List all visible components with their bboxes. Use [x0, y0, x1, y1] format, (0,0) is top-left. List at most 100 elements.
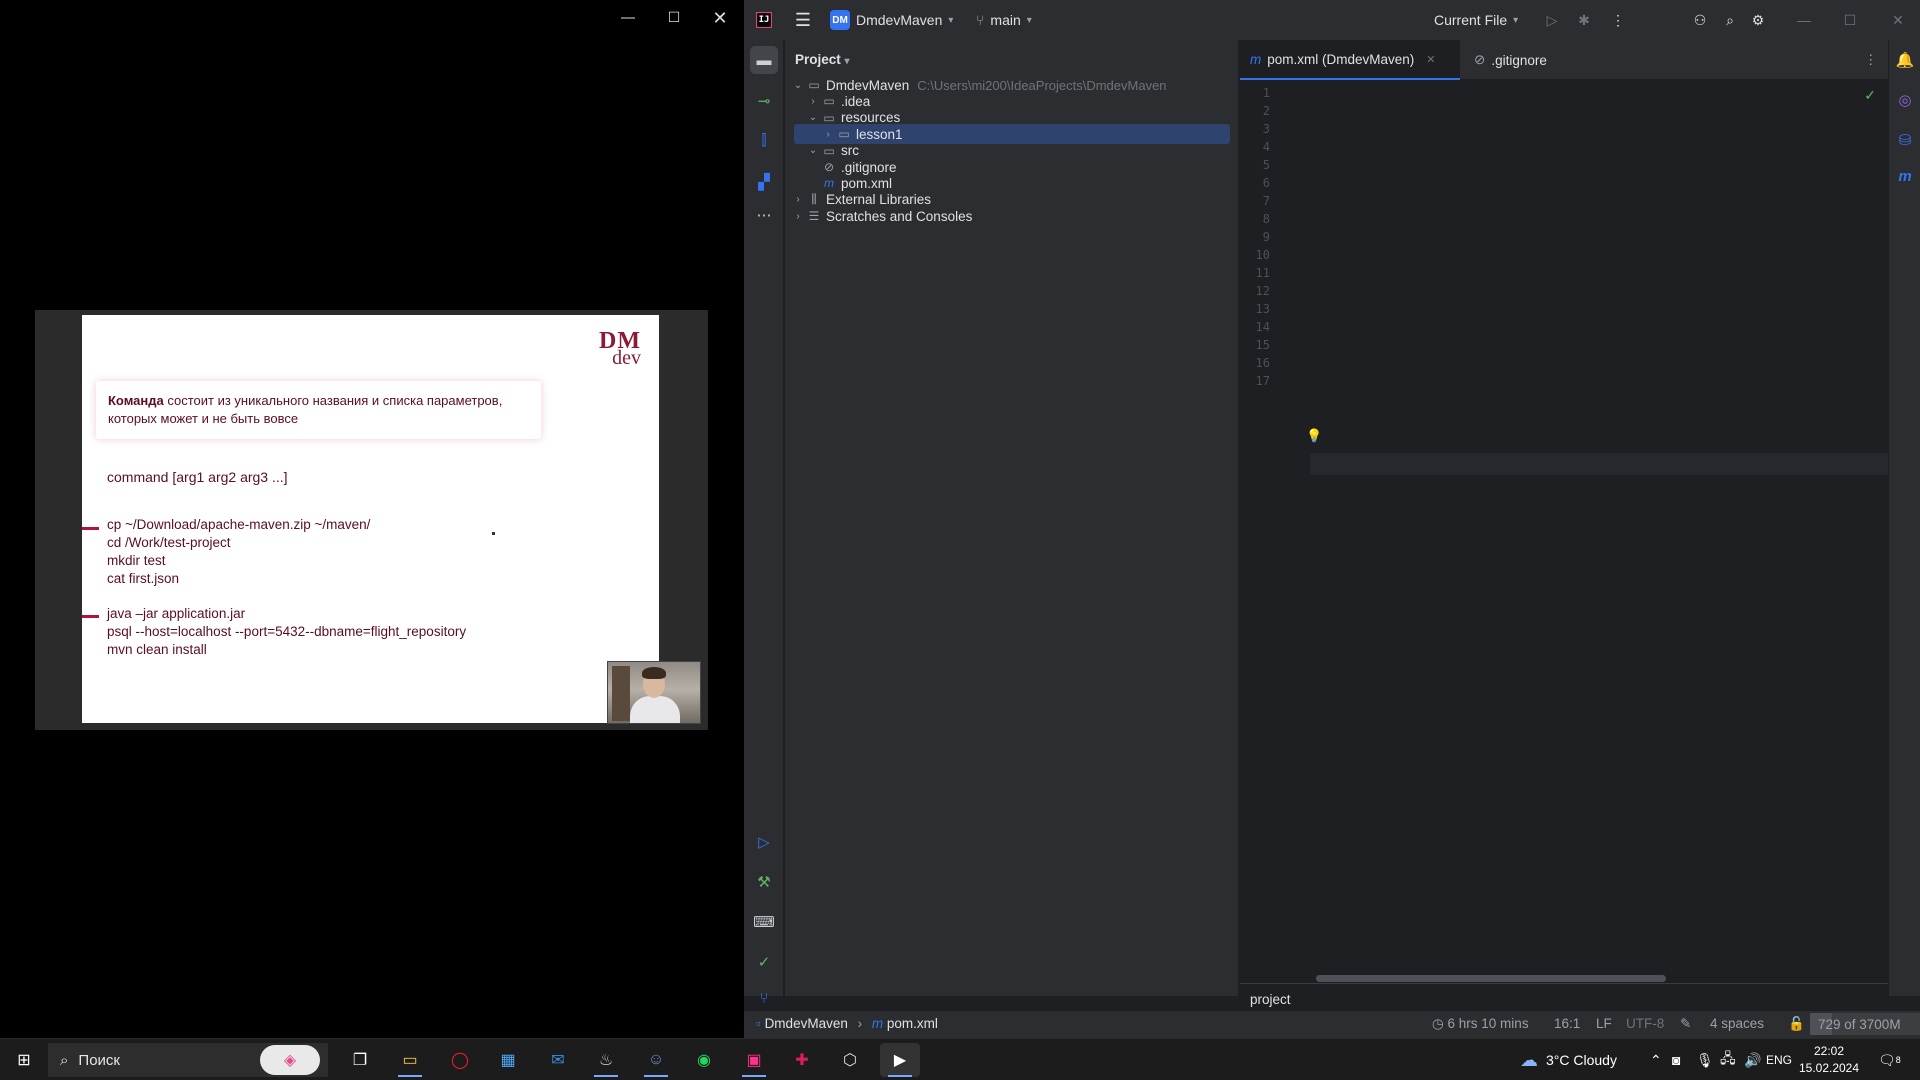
webcam-tray-icon[interactable]: ◙ — [1672, 1039, 1680, 1080]
debug-icon[interactable]: ✱ — [1574, 0, 1594, 40]
services-icon[interactable]: ▷ — [750, 828, 778, 856]
file-encoding[interactable]: UTF-8 — [1626, 1016, 1664, 1031]
caret-position[interactable]: 16:1 — [1554, 1016, 1580, 1031]
taskbar-search[interactable]: ⌕ Поиск ◈ — [48, 1043, 328, 1077]
panel-title[interactable]: Project ▾ — [795, 52, 850, 67]
task-view-icon[interactable]: ❐ — [340, 1043, 380, 1077]
tab-options-icon[interactable]: ⋮ — [1854, 40, 1888, 80]
store-icon[interactable]: ▦ — [488, 1043, 528, 1077]
language-indicator[interactable]: ENG — [1766, 1039, 1792, 1080]
project-switcher[interactable]: DM DmdevMaven ▾ — [830, 0, 953, 40]
branch-name: main — [990, 12, 1021, 28]
slide-bullet-bar — [82, 615, 99, 618]
media-player-icon[interactable]: ▶ — [880, 1043, 920, 1077]
nav-breadcrumb[interactable]: ▫ DmdevMaven › m pom.xml — [756, 1016, 938, 1031]
maximize-button[interactable]: ☐ — [651, 0, 697, 36]
lock-icon[interactable]: 🔓 — [1788, 1016, 1805, 1032]
maven-icon[interactable]: m — [1893, 164, 1917, 188]
close-button[interactable]: ✕ — [1888, 0, 1908, 40]
search-icon[interactable]: ⌕ — [1720, 0, 1740, 40]
minimize-button[interactable]: ― — [605, 0, 651, 36]
run-icon[interactable]: ▷ — [1542, 0, 1562, 40]
dmdev-logo: DM dev — [599, 328, 641, 369]
close-tab-icon[interactable]: ✕ — [1426, 53, 1435, 66]
notification-center-icon[interactable]: 🗨 8 — [1878, 1039, 1901, 1080]
volume-icon[interactable]: 🔊 — [1744, 1039, 1761, 1080]
slack-icon[interactable]: ✚ — [782, 1043, 822, 1077]
lightbulb-icon[interactable]: 💡 — [1306, 428, 1322, 444]
system-clock[interactable]: 22:02 15.02.2024 — [1796, 1043, 1862, 1077]
build-icon[interactable]: ⚒ — [750, 868, 778, 896]
close-button[interactable]: ✕ — [697, 0, 743, 36]
structure-tool-icon[interactable]: ▞ — [750, 168, 778, 196]
run-config-selector[interactable]: Current File ▾ — [1434, 0, 1518, 40]
more-tools-icon[interactable]: ⋯ — [750, 201, 778, 229]
tree-item-label: lesson1 — [856, 126, 903, 142]
mail-icon[interactable]: ✉ — [538, 1043, 578, 1077]
minimize-button[interactable]: ― — [1794, 0, 1814, 40]
line-separator[interactable]: LF — [1596, 1016, 1612, 1031]
steam-icon[interactable]: ♨ — [586, 1043, 626, 1077]
ai-assistant-icon[interactable]: ◎ — [1893, 88, 1917, 112]
network-icon[interactable]: 🖧 — [1720, 1039, 1736, 1080]
pull-requests-icon[interactable]: ⫿ — [750, 126, 778, 154]
branch-switcher[interactable]: ⑂ main ▾ — [976, 0, 1032, 40]
search-icon: ⌕ — [60, 1051, 69, 1069]
start-button[interactable]: ⊞ — [4, 1043, 44, 1077]
terminal-icon[interactable]: ⌨ — [750, 908, 778, 936]
right-tool-strip: 🔔 ◎ ⛁ m — [1888, 40, 1920, 996]
unity-icon[interactable]: ⬡ — [830, 1043, 870, 1077]
title-bar: IJ ☰ DM DmdevMaven ▾ ⑂ main ▾ Current Fi… — [744, 0, 1920, 40]
microphone-icon[interactable]: 🎙 — [1696, 1039, 1714, 1080]
folder-icon: ▭ — [823, 94, 835, 109]
settings-icon[interactable]: ⚙ — [1748, 0, 1768, 40]
chevron-right-icon[interactable]: › — [791, 211, 805, 222]
spotify-icon[interactable]: ◉ — [684, 1043, 724, 1077]
horizontal-scrollbar[interactable] — [1316, 975, 1666, 982]
notifications-icon[interactable]: 🔔 — [1893, 48, 1917, 72]
current-line-highlight — [1240, 453, 1888, 475]
weather-widget[interactable]: ☁ 3°C Cloudy — [1520, 1039, 1617, 1080]
chevron-down-icon: ▾ — [1513, 14, 1519, 26]
time-tracker[interactable]: ◷ 6 hrs 10 mins — [1432, 1016, 1529, 1032]
opera-icon[interactable]: ◯ — [440, 1043, 480, 1077]
chevron-right-icon[interactable]: › — [821, 129, 835, 140]
chevron-right-icon[interactable]: › — [791, 194, 805, 205]
main-menu-icon[interactable]: ☰ — [792, 0, 814, 40]
more-actions-icon[interactable]: ⋮ — [1608, 0, 1628, 40]
run-config-label: Current File — [1434, 12, 1508, 28]
maximize-button[interactable]: ☐ — [1840, 0, 1860, 40]
add-user-icon[interactable]: ⚇ — [1690, 0, 1710, 40]
tab-gitignore[interactable]: ⊘ .gitignore — [1464, 40, 1557, 80]
git-icon[interactable]: ⑂ — [750, 984, 778, 1012]
project-tool-icon[interactable]: ▬ — [750, 46, 778, 74]
problems-icon[interactable]: ✓ — [750, 948, 778, 976]
database-icon[interactable]: ⛁ — [1893, 128, 1917, 152]
chevron-down-icon[interactable]: ⌄ — [791, 80, 805, 91]
inspection-ok-icon[interactable]: ✓ — [1864, 87, 1876, 104]
chevron-right-icon[interactable]: › — [806, 96, 820, 107]
copilot-icon[interactable]: ◈ — [260, 1045, 320, 1075]
command-syntax: command [arg1 arg2 arg3 ...] — [107, 469, 288, 485]
webcam-overlay — [607, 661, 701, 724]
command-examples-1: cp ~/Download/apache-maven.zip ~/maven/ … — [107, 517, 371, 586]
tree-item-label: External Libraries — [826, 192, 932, 208]
chevron-down-icon[interactable]: ⌄ — [806, 112, 820, 123]
memory-indicator[interactable]: 729 of 3700M — [1810, 1013, 1920, 1035]
line-number: 16 — [1255, 356, 1270, 370]
tree-item[interactable]: › ☰ Scratches and Consoles — [785, 206, 1230, 226]
intellij-icon[interactable]: ▣ — [734, 1043, 774, 1077]
line-number: 1 — [1262, 86, 1270, 100]
indent-setting[interactable]: 4 spaces — [1710, 1016, 1764, 1031]
chevron-down-icon[interactable]: ⌄ — [806, 145, 820, 156]
show-hidden-icons[interactable]: ⌃ — [1650, 1039, 1662, 1080]
editor-tabs: m pom.xml (DmdevMaven) ✕ ⊘ .gitignore ⋮ — [1240, 40, 1888, 80]
git-branch-icon: ⑂ — [976, 12, 985, 28]
file-explorer-icon[interactable]: ▭ — [390, 1043, 430, 1077]
discord-icon[interactable]: ☺ — [636, 1043, 676, 1077]
breadcrumb-item[interactable]: project — [1250, 992, 1291, 1007]
tab-pom-xml[interactable]: m pom.xml (DmdevMaven) ✕ — [1240, 40, 1460, 80]
readonly-toggle-icon[interactable]: ✎ — [1680, 1016, 1691, 1032]
commit-tool-icon[interactable]: ⊸ — [750, 87, 778, 115]
line-number: 2 — [1262, 104, 1270, 118]
